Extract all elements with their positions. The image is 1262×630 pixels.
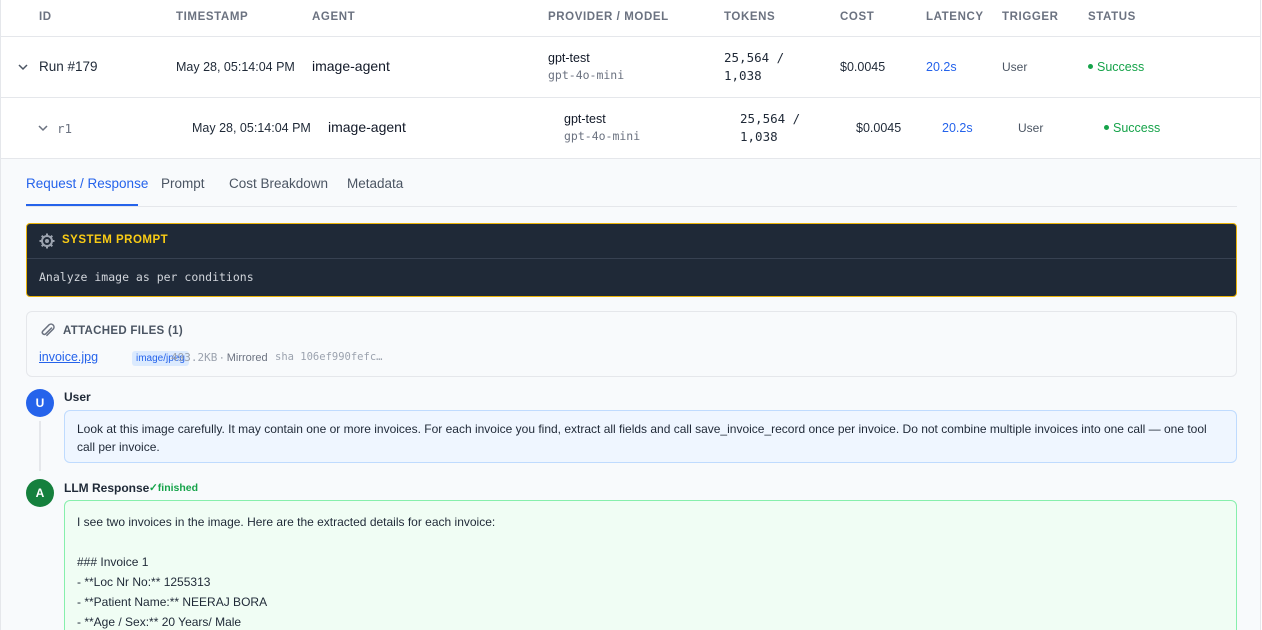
response-line: - **Loc Nr No:** 1255313 — [77, 575, 211, 589]
llm-response-label: LLM Response — [64, 481, 150, 495]
llm-response-message: I see two invoices in the image. Here ar… — [64, 500, 1237, 630]
finished-badge: ✓finished — [149, 482, 199, 494]
run-model: gpt-4o-mini — [548, 68, 625, 82]
run-status-badge: Success — [1088, 60, 1144, 74]
file-link[interactable]: invoice.jpg — [39, 350, 98, 364]
subrun-id: r1 — [57, 121, 73, 136]
detail-tabs: Request / Response Prompt Cost Breakdown… — [26, 159, 1237, 207]
tab-metadata[interactable]: Metadata — [347, 176, 403, 191]
table-row-subrun[interactable]: r1 May 28, 05:14:04 PM image-agent gpt-t… — [1, 98, 1260, 159]
chevron-down-icon[interactable] — [16, 60, 30, 74]
system-prompt-text: Analyze image as per conditions — [39, 270, 254, 284]
run-tokens-out: 1,038 — [724, 68, 762, 83]
file-sha: sha 106ef990fefc… — [275, 351, 383, 363]
attached-files-card: ATTACHED FILES (1) invoice.jpg image/jpe… — [26, 311, 1237, 377]
subrun-tokens-in: 25,564 / — [740, 111, 801, 126]
avatar: U — [26, 389, 54, 417]
response-line: ### Invoice 1 — [77, 555, 149, 569]
run-detail: Request / Response Prompt Cost Breakdown… — [1, 159, 1260, 630]
response-line: - **Age / Sex:** 20 Years/ Male — [77, 615, 242, 629]
run-log-panel: ID TIMESTAMP AGENT PROVIDER / MODEL TOKE… — [0, 0, 1261, 630]
tab-prompt[interactable]: Prompt — [161, 176, 205, 191]
table-header: ID TIMESTAMP AGENT PROVIDER / MODEL TOKE… — [1, 0, 1260, 37]
run-timestamp: May 28, 05:14:04 PM — [176, 60, 295, 74]
run-agent: image-agent — [312, 58, 390, 74]
file-mirrored: · Mirrored — [220, 352, 268, 364]
run-tokens-in: 25,564 / — [724, 50, 785, 65]
subrun-tokens-out: 1,038 — [740, 129, 778, 144]
user-message: Look at this image carefully. It may con… — [64, 410, 1237, 463]
subrun-timestamp: May 28, 05:14:04 PM — [192, 121, 311, 135]
attached-files-title: ATTACHED FILES (1) — [63, 325, 183, 337]
run-provider: gpt-test — [548, 51, 590, 65]
run-id: Run #179 — [39, 59, 98, 74]
header-status[interactable]: STATUS — [1088, 11, 1136, 23]
tab-request-response[interactable]: Request / Response — [26, 176, 148, 191]
header-provider[interactable]: PROVIDER / MODEL — [548, 11, 669, 23]
system-prompt-card: SYSTEM PROMPT Analyze image as per condi… — [26, 223, 1237, 297]
user-label: User — [64, 390, 91, 404]
subrun-latency: 20.2s — [942, 121, 973, 135]
run-cost: $0.0045 — [840, 60, 886, 74]
system-prompt-title: SYSTEM PROMPT — [62, 234, 169, 246]
file-size: 493.2KB — [171, 351, 218, 364]
avatar: A — [26, 479, 54, 507]
status-dot-icon — [1088, 64, 1093, 70]
status-dot-icon — [1104, 125, 1109, 131]
subrun-agent: image-agent — [328, 119, 406, 135]
chevron-down-icon[interactable] — [36, 121, 50, 135]
subrun-provider-model: gpt-test gpt-4o-mini — [564, 112, 640, 143]
run-status: Success — [1097, 60, 1145, 74]
table-row-run[interactable]: Run #179 May 28, 05:14:04 PM image-agent… — [1, 37, 1260, 98]
paperclip-icon — [39, 322, 57, 340]
gear-icon — [39, 233, 55, 249]
header-cost[interactable]: COST — [840, 11, 874, 23]
subrun-provider: gpt-test — [564, 112, 606, 126]
run-trigger: User — [1002, 60, 1028, 74]
subrun-cost: $0.0045 — [856, 121, 902, 135]
header-tokens[interactable]: TOKENS — [724, 11, 775, 23]
header-timestamp[interactable]: TIMESTAMP — [176, 11, 248, 23]
header-trigger[interactable]: TRIGGER — [1002, 11, 1059, 23]
tab-cost-breakdown[interactable]: Cost Breakdown — [229, 176, 328, 191]
run-latency: 20.2s — [926, 60, 957, 74]
subrun-trigger: User — [1018, 121, 1044, 135]
subrun-status: Success — [1113, 121, 1161, 135]
system-prompt-header: SYSTEM PROMPT — [27, 224, 1236, 259]
run-tokens: 25,564 / 1,038 — [724, 49, 784, 85]
active-tab-indicator — [26, 204, 138, 206]
subrun-status-badge: Success — [1104, 121, 1160, 135]
thread-connector — [39, 421, 41, 471]
run-provider-model: gpt-test gpt-4o-mini — [548, 51, 624, 82]
header-id[interactable]: ID — [39, 11, 52, 23]
subrun-model: gpt-4o-mini — [564, 129, 641, 143]
header-agent[interactable]: AGENT — [312, 11, 355, 23]
subrun-tokens: 25,564 / 1,038 — [740, 110, 800, 146]
response-line — [77, 532, 1224, 552]
header-latency[interactable]: LATENCY — [926, 11, 984, 23]
response-line: - **Patient Name:** NEERAJ BORA — [77, 595, 268, 609]
response-line: I see two invoices in the image. Here ar… — [77, 515, 496, 529]
